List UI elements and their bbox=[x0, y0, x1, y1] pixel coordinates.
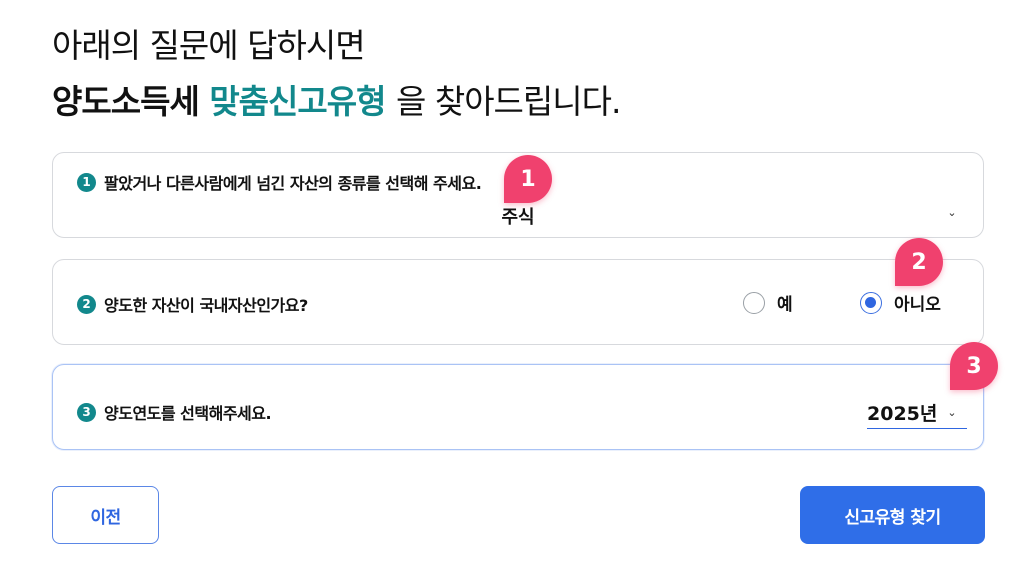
radio-option-yes[interactable]: 예 bbox=[743, 290, 793, 315]
radio-button-yes[interactable] bbox=[743, 291, 765, 314]
question-number-badge: 2 bbox=[77, 294, 96, 314]
callout-marker-2: 2 bbox=[895, 238, 943, 286]
question-label-2: 2 양도한 자산이 국내자산인가요? bbox=[77, 292, 308, 316]
radio-label-no[interactable]: 아니오 bbox=[894, 290, 941, 315]
callout-marker-1: 1 bbox=[504, 155, 552, 203]
question-label-1: 1 팔았거나 다른사람에게 넘긴 자산의 종류를 선택해 주세요. bbox=[77, 170, 482, 194]
question-number-badge: 3 bbox=[77, 402, 96, 422]
headline-accent: 맞춤신고유형 bbox=[209, 82, 386, 121]
question-card-year: 3 양도연도를 선택해주세요. 2025년 ⌄ bbox=[52, 364, 984, 450]
year-select[interactable]: 2025년 ⌄ bbox=[867, 397, 967, 429]
question-text: 양도한 자산이 국내자산인가요? bbox=[104, 296, 308, 315]
headline-rest: 을 찾아드립니다. bbox=[395, 82, 621, 121]
chevron-down-icon[interactable]: ⌄ bbox=[947, 207, 957, 218]
radio-option-no[interactable]: 아니오 bbox=[860, 290, 941, 315]
question-card-domestic: 2 양도한 자산이 국내자산인가요? 예 아니오 bbox=[52, 259, 984, 345]
headline-line1: 아래의 질문에 답하시면 bbox=[52, 26, 366, 65]
question-number-badge: 1 bbox=[77, 172, 96, 192]
question-label-3: 3 양도연도를 선택해주세요. bbox=[77, 400, 272, 424]
year-select-value[interactable]: 2025년 bbox=[867, 399, 937, 426]
headline-line2: 양도소득세 맞춤신고유형 을 찾아드립니다. bbox=[52, 80, 621, 124]
chevron-down-icon[interactable]: ⌄ bbox=[947, 407, 957, 418]
asset-type-select-value[interactable]: 주식 bbox=[53, 203, 983, 229]
headline-bold: 양도소득세 bbox=[52, 82, 200, 121]
page-headline: 아래의 질문에 답하시면 양도소득세 맞춤신고유형 을 찾아드립니다. bbox=[52, 24, 621, 124]
callout-marker-3: 3 bbox=[950, 342, 998, 390]
radio-label-yes[interactable]: 예 bbox=[777, 290, 793, 315]
radio-button-no[interactable] bbox=[860, 291, 882, 314]
question-text: 팔았거나 다른사람에게 넘긴 자산의 종류를 선택해 주세요. bbox=[104, 174, 482, 193]
question-text: 양도연도를 선택해주세요. bbox=[104, 404, 272, 423]
prev-button[interactable]: 이전 bbox=[52, 486, 159, 544]
find-report-type-button[interactable]: 신고유형 찾기 bbox=[800, 486, 985, 544]
